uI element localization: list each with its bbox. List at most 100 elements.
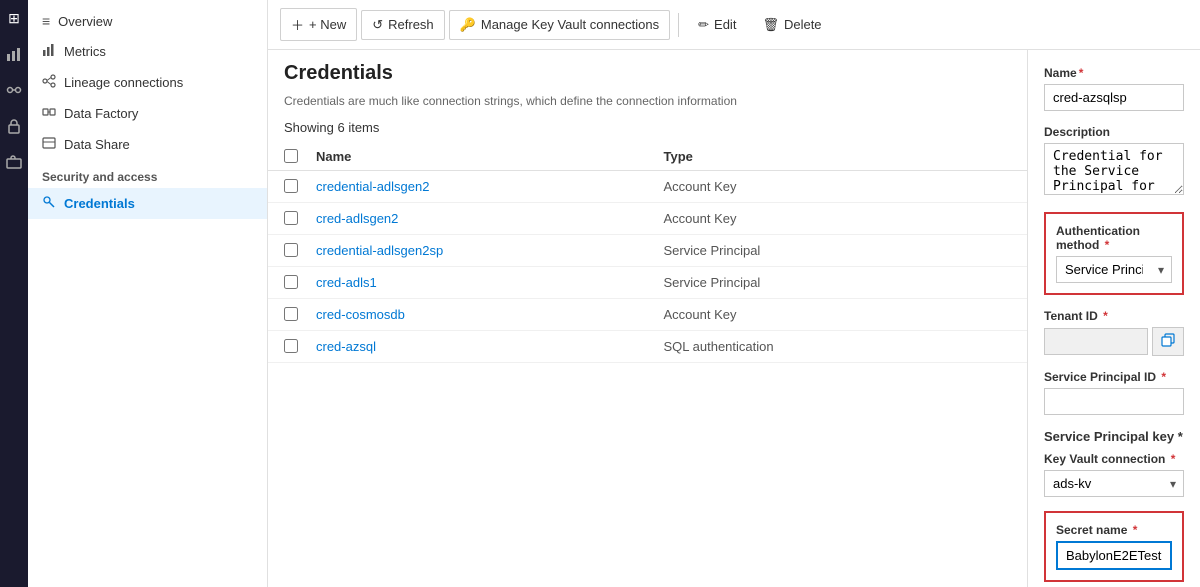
tenant-id-group: Tenant ID *: [1044, 309, 1184, 356]
sidebar-item-data-factory-label: Data Factory: [64, 106, 138, 121]
row-checkbox-6[interactable]: [284, 339, 298, 353]
sidebar-item-lineage-label: Lineage connections: [64, 75, 183, 90]
auth-method-select-wrapper: Service Principal Account Key SQL authen…: [1056, 256, 1172, 283]
secret-name-label: Secret name *: [1056, 523, 1172, 537]
kv-connection-select[interactable]: ads-kv: [1044, 470, 1184, 497]
description-textarea[interactable]: Credential for the Service Principal for…: [1044, 143, 1184, 195]
delete-button[interactable]: 🗑 Delete: [751, 10, 832, 40]
sp-key-section-label: Service Principal key *: [1044, 429, 1184, 444]
tenant-copy-button[interactable]: [1152, 327, 1184, 356]
description-field-group: Description Credential for the Service P…: [1044, 125, 1184, 198]
auth-required: *: [1101, 238, 1109, 252]
kv-conn-required: *: [1167, 452, 1175, 466]
refresh-icon: ↺: [372, 17, 383, 33]
metrics-icon: [42, 43, 56, 60]
data-share-icon: [42, 136, 56, 153]
table-row[interactable]: cred-cosmosdb Account Key: [268, 299, 1027, 331]
row-type-6: SQL authentication: [664, 339, 1012, 354]
lineage-icon: [42, 74, 56, 91]
edit-label: Edit: [714, 17, 736, 32]
table-panel: Credentials Credentials are much like co…: [268, 50, 1028, 587]
plus-icon: ＋: [291, 15, 304, 34]
row-name-4[interactable]: cred-adls1: [316, 275, 664, 290]
new-button-label: + New: [309, 17, 346, 32]
name-label: Name*: [1044, 66, 1184, 80]
toolbar: ＋ + New ↺ Refresh 🔑 Manage Key Vault con…: [268, 0, 1200, 50]
sidebar-item-credentials[interactable]: Credentials: [28, 188, 267, 219]
auth-method-select[interactable]: Service Principal Account Key SQL authen…: [1056, 256, 1172, 283]
table-row[interactable]: cred-adlsgen2 Account Key: [268, 203, 1027, 235]
secret-name-input[interactable]: [1056, 541, 1172, 570]
edit-icon: ✏: [698, 17, 709, 33]
row-name-2[interactable]: cred-adlsgen2: [316, 211, 664, 226]
sidebar-item-data-share-label: Data Share: [64, 137, 130, 152]
row-checkbox-5[interactable]: [284, 307, 298, 321]
row-name-1[interactable]: credential-adlsgen2: [316, 179, 664, 194]
showing-count: Showing 6 items: [268, 120, 1027, 143]
tenant-id-row: [1044, 327, 1184, 356]
sidebar-item-metrics-label: Metrics: [64, 44, 106, 59]
row-checkbox-3[interactable]: [284, 243, 298, 257]
type-col-header: Type: [664, 149, 1012, 164]
icon-bar: ⊞: [0, 0, 28, 587]
row-checkbox-2[interactable]: [284, 211, 298, 225]
sp-id-label: Service Principal ID *: [1044, 370, 1184, 384]
sidebar: ≡ Overview Metrics Lineage connections: [28, 0, 268, 587]
home-icon[interactable]: ⊞: [4, 8, 24, 28]
right-panel: Name* Description Credential for the Ser…: [1028, 50, 1200, 587]
name-input[interactable]: [1044, 84, 1184, 111]
manage-kv-label: Manage Key Vault connections: [481, 17, 659, 32]
chart-icon[interactable]: [4, 44, 24, 64]
select-all-checkbox[interactable]: [284, 149, 298, 163]
sidebar-item-overview[interactable]: ≡ Overview: [28, 6, 267, 36]
sidebar-item-metrics[interactable]: Metrics: [28, 36, 267, 67]
name-required: *: [1079, 66, 1084, 80]
sidebar-item-lineage[interactable]: Lineage connections: [28, 67, 267, 98]
key-icon: 🔑: [460, 17, 476, 33]
sidebar-item-overview-label: Overview: [58, 14, 112, 29]
secret-name-required: *: [1129, 523, 1137, 537]
link-icon[interactable]: [4, 80, 24, 100]
kv-connection-select-wrapper: ads-kv ▾: [1044, 470, 1184, 497]
table-row[interactable]: cred-adls1 Service Principal: [268, 267, 1027, 299]
manage-kv-button[interactable]: 🔑 Manage Key Vault connections: [449, 10, 670, 40]
row-name-6[interactable]: cred-azsql: [316, 339, 664, 354]
security-section-header: Security and access: [28, 160, 267, 188]
sp-id-required: *: [1158, 370, 1166, 384]
sidebar-item-credentials-label: Credentials: [64, 196, 135, 211]
edit-button[interactable]: ✏ Edit: [687, 10, 747, 40]
new-button[interactable]: ＋ + New: [280, 8, 357, 41]
kv-connection-group: Key Vault connection * ads-kv ▾: [1044, 452, 1184, 497]
sp-id-group: Service Principal ID *: [1044, 370, 1184, 415]
row-type-5: Account Key: [664, 307, 1012, 322]
sidebar-item-data-share[interactable]: Data Share: [28, 129, 267, 160]
tenant-id-input[interactable]: [1044, 328, 1148, 355]
delete-label: Delete: [784, 17, 822, 32]
credentials-icon: [42, 195, 56, 212]
page-title: Credentials: [284, 62, 1011, 85]
row-name-5[interactable]: cred-cosmosdb: [316, 307, 664, 322]
name-col-header: Name: [316, 149, 664, 164]
sp-id-input[interactable]: [1044, 388, 1184, 415]
table-row[interactable]: credential-adlsgen2sp Service Principal: [268, 235, 1027, 267]
row-type-2: Account Key: [664, 211, 1012, 226]
kv-connection-label: Key Vault connection *: [1044, 452, 1184, 466]
delete-icon: 🗑: [762, 17, 779, 33]
sp-key-required: *: [1174, 429, 1183, 444]
row-name-3[interactable]: credential-adlsgen2sp: [316, 243, 664, 258]
row-checkbox-1[interactable]: [284, 179, 298, 193]
data-factory-icon: [42, 105, 56, 122]
briefcase-icon[interactable]: [4, 152, 24, 172]
tenant-required: *: [1100, 309, 1108, 323]
tenant-id-label: Tenant ID *: [1044, 309, 1184, 323]
table-row[interactable]: cred-azsql SQL authentication: [268, 331, 1027, 363]
sidebar-item-data-factory[interactable]: Data Factory: [28, 98, 267, 129]
lock-icon[interactable]: [4, 116, 24, 136]
description-label: Description: [1044, 125, 1184, 139]
description-text: Credentials are much like connection str…: [268, 93, 1027, 120]
refresh-button-label: Refresh: [388, 17, 434, 32]
overview-icon: ≡: [42, 13, 50, 29]
row-checkbox-4[interactable]: [284, 275, 298, 289]
table-row[interactable]: credential-adlsgen2 Account Key: [268, 171, 1027, 203]
refresh-button[interactable]: ↺ Refresh: [361, 10, 444, 40]
